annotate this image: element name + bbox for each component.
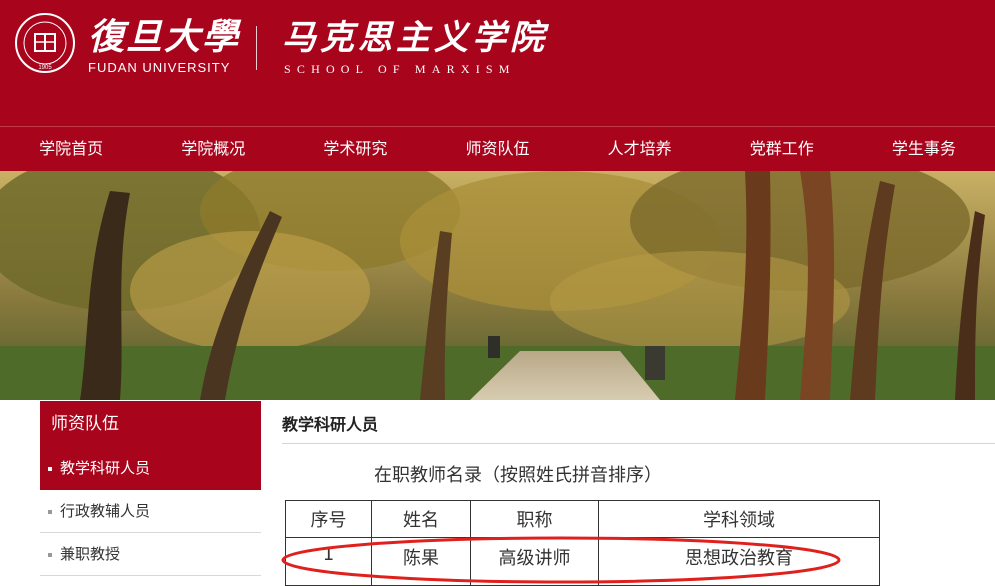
- university-name-cn: 復旦大學: [88, 16, 241, 58]
- nav-item-faculty[interactable]: 师资队伍: [426, 127, 568, 171]
- column-header-discipline: 学科领域: [598, 500, 880, 538]
- faculty-table: 序号 姓名 职称 学科领域 1 陈果 高级讲师 思想政治教育: [285, 500, 880, 586]
- nav-item-talent[interactable]: 人才培养: [569, 127, 711, 171]
- nav-item-student-affairs[interactable]: 学生事务: [853, 127, 995, 171]
- sidebar-item-label: 行政教辅人员: [60, 502, 151, 520]
- faculty-list-heading: 在职教师名录（按照姓氏拼音排序）: [374, 465, 662, 486]
- sidebar-item-label: 兼职教授: [60, 545, 121, 563]
- cell-index: 1: [285, 537, 372, 586]
- nav-item-overview[interactable]: 学院概况: [142, 127, 284, 171]
- column-header-title: 职称: [470, 500, 599, 538]
- cell-discipline: 思想政治教育: [598, 537, 880, 586]
- table-header-row: 序号 姓名 职称 学科领域: [285, 500, 880, 538]
- nav-item-home[interactable]: 学院首页: [0, 127, 142, 171]
- cell-name[interactable]: 陈果: [371, 537, 471, 586]
- header-divider: [256, 26, 257, 70]
- fudan-seal-logo[interactable]: 1905: [14, 12, 76, 74]
- seal-year: 1905: [38, 65, 52, 71]
- campus-banner-image: [0, 171, 995, 400]
- sidebar: 师资队伍 教学科研人员 行政教辅人员 兼职教授: [40, 401, 261, 576]
- title-divider: [282, 443, 995, 444]
- page-title: 教学科研人员: [282, 415, 379, 434]
- main-nav: 学院首页 学院概况 学术研究 师资队伍 人才培养 党群工作 学生事务: [0, 126, 995, 171]
- sidebar-item-teaching-research[interactable]: 教学科研人员: [40, 447, 261, 490]
- sidebar-title: 师资队伍: [40, 401, 261, 447]
- column-header-name: 姓名: [371, 500, 471, 538]
- bullet-icon: [48, 466, 52, 471]
- bullet-icon: [48, 552, 52, 557]
- nav-item-party[interactable]: 党群工作: [711, 127, 853, 171]
- site-header: 1905 復旦大學 FUDAN UNIVERSITY 马克思主义学院 SCHOO…: [0, 0, 995, 126]
- campus-trees-photo: [0, 171, 995, 400]
- table-row: 1 陈果 高级讲师 思想政治教育: [285, 537, 880, 586]
- sidebar-item-label: 教学科研人员: [60, 459, 151, 477]
- cell-title: 高级讲师: [470, 537, 599, 586]
- bullet-icon: [48, 509, 52, 514]
- university-name-en: FUDAN UNIVERSITY: [88, 60, 231, 75]
- sidebar-item-admin-staff[interactable]: 行政教辅人员: [40, 490, 261, 533]
- school-name-cn: 马克思主义学院: [282, 18, 548, 58]
- school-name-en: SCHOOL OF MARXISM: [284, 62, 516, 76]
- column-header-index: 序号: [285, 500, 372, 538]
- sidebar-item-adjunct-professors[interactable]: 兼职教授: [40, 533, 261, 576]
- nav-item-research[interactable]: 学术研究: [284, 127, 426, 171]
